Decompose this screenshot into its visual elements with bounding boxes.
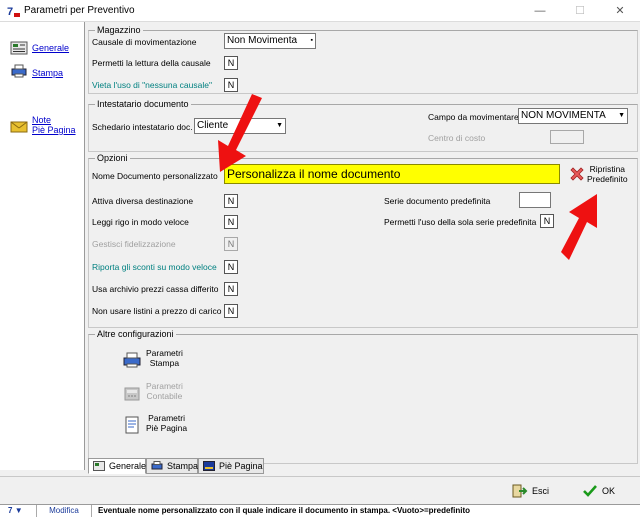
altre-config-group-title: Altre configurazioni [95,329,176,339]
parametri-pie-pagina-button[interactable]: Parametri Piè Pagina [146,413,187,433]
status-number[interactable]: 7 ▼ [8,505,23,517]
sola-serie-label: Permetti l'uso della sola serie predefin… [384,217,537,227]
fidelizzazione-label: Gestisci fidelizzazione [92,239,176,249]
printer-icon [11,64,27,78]
ok-label: OK [602,486,616,496]
combo-arrow-icon: ▼ [276,122,283,129]
leggi-rigo-field[interactable]: N [224,215,238,229]
causale-select-value: Non Movimenta [227,35,298,46]
serie-documento-label: Serie documento predefinita [384,196,491,206]
status-number-value: 7 [8,506,13,515]
status-bar: 7 ▼ Modifica Eventuale nome personalizza… [0,504,640,517]
maximize-button[interactable]: ☐ [560,0,600,22]
causale-select[interactable]: Non Movimenta ▪ [224,33,316,49]
serie-documento-field[interactable] [519,192,551,208]
tab-generale[interactable]: Generale [88,458,146,474]
nome-documento-input[interactable]: Personalizza il nome documento [224,164,560,184]
arrow-annotation-icon [561,194,597,260]
vieta-causale-field[interactable]: N [224,78,238,92]
close-button[interactable]: ✕ [600,0,640,22]
print-params-icon[interactable] [122,352,142,368]
status-mode: Modifica [36,505,92,517]
parametri-contabile-button[interactable]: Parametri Contabile [146,381,183,401]
centro-costo-label: Centro di costo [428,133,486,143]
general-settings-icon [10,41,28,55]
campo-movimentare-select[interactable]: NON MOVIMENTA ▼ [518,108,628,124]
lettura-causale-label: Permetti la lettura della causale [92,58,211,68]
sidebar-item-generale[interactable]: Generale [32,43,69,53]
archivio-prezzi-label: Usa archivio prezzi cassa differito [92,284,219,294]
campo-movimentare-value: NON MOVIMENTA [521,110,606,121]
sidebar-item-note-pie-pagina[interactable]: Note Piè Pagina [32,115,76,135]
app-logo-icon: 7 [6,4,20,18]
accounting-params-icon[interactable] [122,384,142,402]
leggi-rigo-label: Leggi rigo in modo veloce [92,217,189,227]
combo-arrow-icon: ▼ [618,112,625,119]
esci-label: Esci [532,486,550,496]
ripristina-predefinito-button[interactable]: Ripristina Predefinito [587,164,628,184]
arrow-annotation-icon [218,94,262,172]
intestatario-group-title: Intestatario documento [95,99,191,109]
dropdown-arrow-icon: ▼ [14,506,23,515]
centro-costo-field[interactable] [550,130,584,144]
parametri-stampa-button[interactable]: Parametri Stampa [146,348,183,368]
tab-stampa-label: Stampa [167,461,199,471]
listini-carico-label: Non usare listini a prezzo di carico [92,306,222,316]
button-bar: Esci OK [0,476,640,504]
vieta-causale-label: Vieta l'uso di "nessuna causale" [92,80,212,90]
esci-button[interactable]: Esci [512,482,549,500]
printer-tab-icon [151,461,163,470]
fidelizzazione-field[interactable]: N [224,237,238,251]
tab-stampa[interactable]: Stampa [146,458,198,474]
tab-generale-label: Generale [109,461,147,471]
campo-movimentare-label: Campo da movimentare [428,112,519,122]
ok-button[interactable]: OK [582,482,615,500]
sconti-veloce-label: Riporta gli sconti su modo veloce [92,262,217,272]
minimize-button[interactable]: — [520,0,560,22]
sidebar: Generale Stampa Note Piè Pagina [0,22,85,470]
general-tab-icon [93,461,105,471]
tab-pie-pagina-label: Piè Pagina [219,461,263,471]
window-title: Parametri per Preventivo [24,5,135,16]
opzioni-group-title: Opzioni [95,153,130,163]
tab-pie-pagina[interactable]: Piè Pagina [198,458,264,474]
sidebar-item-stampa[interactable]: Stampa [32,68,63,78]
title-bar: 7 Parametri per Preventivo — ☐ ✕ [0,0,640,22]
note-icon [10,121,28,133]
schedario-label: Schedario intestatario doc. [92,122,193,132]
nome-documento-label: Nome Documento personalizzato [92,171,218,181]
lettura-causale-field[interactable]: N [224,56,238,70]
sola-serie-field[interactable]: N [540,214,554,228]
combo-arrow-icon: ▪ [310,37,313,44]
causale-label: Causale di movimentazione [92,37,197,47]
status-message: Eventuale nome personalizzato con il qua… [98,506,470,515]
footer-params-icon[interactable] [122,416,142,434]
destinazione-label: Attiva diversa destinazione [92,196,194,206]
footer-tab-icon [203,461,215,471]
listini-carico-field[interactable]: N [224,304,238,318]
svg-text:7: 7 [7,6,13,18]
exit-icon [512,484,528,498]
reset-x-icon[interactable] [568,165,586,183]
checkmark-icon [583,485,597,497]
magazzino-group-title: Magazzino [95,25,143,35]
destinazione-field[interactable]: N [224,194,238,208]
sconti-veloce-field[interactable]: N [224,260,238,274]
archivio-prezzi-field[interactable]: N [224,282,238,296]
